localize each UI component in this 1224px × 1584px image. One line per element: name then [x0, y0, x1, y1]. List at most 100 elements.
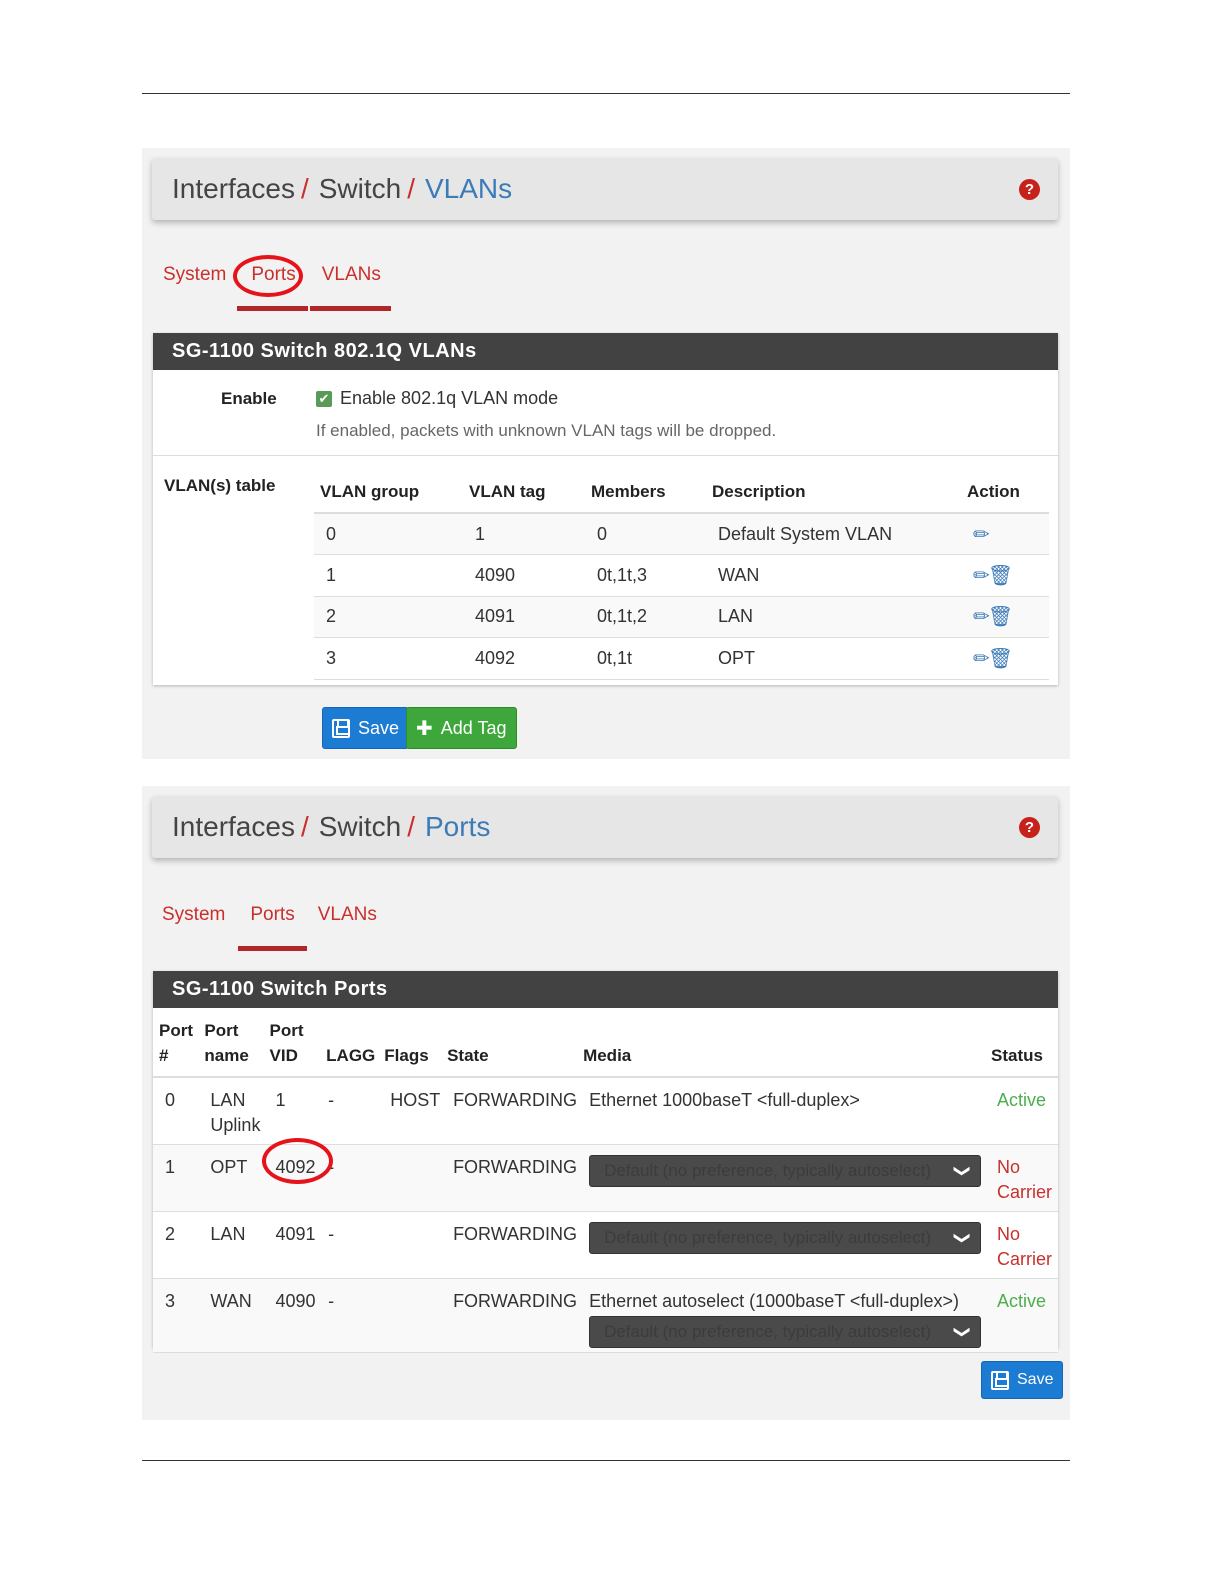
breadcrumb: Interfaces / Switch / Ports ? — [152, 796, 1058, 858]
cell-status: Active — [985, 1077, 1058, 1145]
cell-description: WAN — [706, 554, 961, 597]
cell-lagg: - — [320, 1077, 379, 1145]
save-button-label: Save — [1017, 1371, 1054, 1388]
cell-flags — [378, 1278, 442, 1353]
trash-icon[interactable]: 🗑 — [988, 606, 1013, 628]
col-vlan-tag: VLAN tag — [463, 471, 585, 514]
breadcrumb-switch[interactable]: Switch — [319, 173, 401, 205]
cell-actions: ✏🗑 — [961, 637, 1049, 680]
cell-description: Default System VLAN — [706, 513, 961, 555]
save-button[interactable]: Save — [322, 707, 410, 749]
col-flags: Flags — [378, 1008, 442, 1078]
col-port-num: Port # — [153, 1008, 199, 1078]
cell-members: 0t,1t,3 — [585, 554, 706, 597]
help-icon[interactable]: ? — [1019, 817, 1040, 838]
cell-media: Default (no preference, typically autose… — [577, 1144, 985, 1212]
tab-vlans[interactable]: VLANs — [309, 261, 392, 311]
cell-media: Ethernet autoselect (1000baseT <full-dup… — [577, 1278, 985, 1353]
page-top-rule — [142, 93, 1070, 94]
add-tag-button-label: Add Tag — [440, 717, 507, 738]
cell-state: FORWARDING — [441, 1211, 578, 1279]
enable-checkbox[interactable]: ✔ — [316, 391, 332, 408]
cell-members: 0 — [585, 513, 706, 555]
tab-ports[interactable]: Ports — [238, 901, 308, 951]
cell-state: FORWARDING — [441, 1077, 578, 1145]
pencil-icon[interactable]: ✏ — [973, 524, 990, 546]
help-icon[interactable]: ? — [1019, 179, 1040, 200]
cell-state: FORWARDING — [441, 1278, 578, 1353]
cell-media: Default (no preference, typically autose… — [577, 1211, 985, 1279]
col-port-name: Port name — [198, 1008, 264, 1078]
cell-flags: HOST — [378, 1077, 442, 1145]
cell-port-vid: 1 — [263, 1077, 321, 1145]
cell-port-num: 0 — [153, 1077, 199, 1145]
panel-title: SG-1100 Switch Ports — [153, 971, 1058, 1008]
cell-port-name: LAN Uplink — [198, 1077, 264, 1145]
col-state: State — [441, 1008, 578, 1078]
enable-row: Enable ✔ Enable 802.1q VLAN mode If enabl… — [153, 370, 1058, 456]
cell-status: No Carrier — [985, 1144, 1058, 1212]
pencil-icon[interactable]: ✏ — [973, 606, 990, 628]
cell-group: 3 — [314, 637, 463, 680]
media-select[interactable]: Default (no preference, typically autose… — [589, 1154, 982, 1187]
trash-icon[interactable]: 🗑 — [988, 648, 1013, 670]
pencil-icon[interactable]: ✏ — [973, 565, 990, 587]
breadcrumb-vlans[interactable]: VLANs — [425, 173, 512, 205]
media-select[interactable]: Default (no preference, typically autose… — [589, 1315, 982, 1348]
vlan-table: VLAN group VLAN tag Members Description … — [314, 471, 1049, 680]
breadcrumb-interfaces[interactable]: Interfaces — [172, 173, 295, 205]
tab-vlans[interactable]: VLANs — [307, 901, 388, 951]
table-row: 0 1 0 Default System VLAN ✏ — [314, 513, 1049, 555]
col-members: Members — [585, 471, 706, 514]
vlans-screenshot: Interfaces / Switch / VLANs ? System Ports… — [142, 148, 1070, 759]
breadcrumb-interfaces[interactable]: Interfaces — [172, 811, 295, 843]
annotation-circle-ports — [233, 255, 303, 297]
breadcrumb-switch[interactable]: Switch — [319, 811, 401, 843]
plus-icon: ✚ — [416, 717, 433, 740]
cell-flags — [378, 1211, 442, 1279]
table-row: 2 LAN 4091 - FORWARDING Default (no pref… — [153, 1211, 1058, 1279]
tab-system[interactable]: System — [162, 901, 236, 951]
table-row: 3 4092 0t,1t OPT ✏🗑 — [314, 637, 1049, 680]
cell-group: 1 — [314, 554, 463, 597]
trash-icon[interactable]: 🗑 — [988, 565, 1013, 587]
panel-title: SG-1100 Switch 802.1Q VLANs — [153, 333, 1058, 370]
cell-tag: 4090 — [463, 554, 585, 597]
table-row: 3 WAN 4090 - FORWARDING Ethernet autosel… — [153, 1278, 1058, 1353]
cell-flags — [378, 1144, 442, 1212]
cell-tag: 1 — [463, 513, 585, 555]
media-text: Ethernet autoselect (1000baseT <full-dup… — [589, 1290, 959, 1311]
cell-port-name: LAN — [198, 1211, 264, 1279]
cell-lagg: - — [320, 1278, 379, 1353]
cell-media: Ethernet 1000baseT <full-duplex> — [577, 1077, 985, 1145]
add-tag-button[interactable]: ✚ Add Tag — [406, 707, 517, 749]
cell-port-vid: 4091 — [263, 1211, 321, 1279]
save-button-label: Save — [358, 717, 400, 738]
col-media: Media — [577, 1008, 985, 1078]
cell-tag: 4091 — [463, 596, 585, 638]
cell-status: No Carrier — [985, 1211, 1058, 1279]
vlan-table-label: VLAN(s) table — [164, 476, 276, 495]
cell-members: 0t,1t — [585, 637, 706, 680]
enable-label: Enable — [221, 389, 277, 408]
col-vlan-group: VLAN group — [314, 471, 463, 514]
cell-port-num: 3 — [153, 1278, 199, 1353]
cell-port-num: 1 — [153, 1144, 199, 1212]
tab-bar: System Ports VLANs — [162, 901, 388, 951]
tab-system[interactable]: System — [163, 261, 237, 311]
breadcrumb-ports[interactable]: Ports — [425, 811, 490, 843]
save-icon — [991, 1370, 1009, 1390]
media-select[interactable]: Default (no preference, typically autose… — [589, 1221, 982, 1254]
cell-state: FORWARDING — [441, 1144, 578, 1212]
cell-group: 2 — [314, 596, 463, 638]
enable-checkbox-group[interactable]: ✔ Enable 802.1q VLAN mode — [316, 388, 558, 409]
save-icon — [332, 718, 350, 738]
col-action: Action — [961, 471, 1049, 514]
breadcrumb: Interfaces / Switch / VLANs ? — [152, 158, 1058, 220]
pencil-icon[interactable]: ✏ — [973, 648, 990, 670]
cell-description: OPT — [706, 637, 961, 680]
cell-port-name: OPT — [198, 1144, 264, 1212]
cell-status: Active — [985, 1278, 1058, 1353]
cell-group: 0 — [314, 513, 463, 555]
save-button[interactable]: Save — [981, 1361, 1064, 1399]
